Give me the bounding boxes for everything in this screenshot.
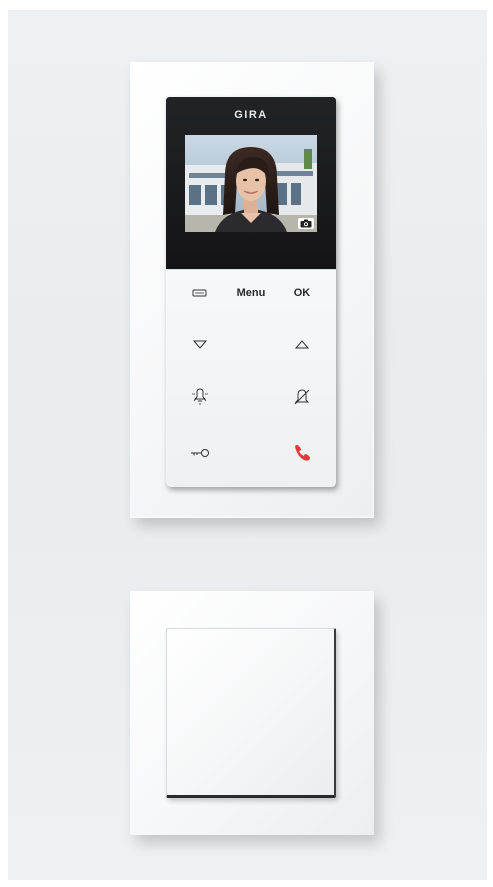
- brand-logo: GIRA: [234, 109, 268, 121]
- video-feed-image: [185, 135, 317, 232]
- menu-button[interactable]: Menu: [231, 281, 271, 305]
- rocker-switch[interactable]: [166, 628, 336, 798]
- ok-button[interactable]: OK: [282, 281, 322, 305]
- ok-label: OK: [293, 287, 311, 299]
- phone-icon[interactable]: [282, 441, 322, 465]
- arrow-up-icon[interactable]: [282, 332, 322, 356]
- keypad: Menu OK: [166, 269, 336, 487]
- video-intercom-unit: GIRA Menu OK: [166, 97, 336, 487]
- camera-icon[interactable]: [298, 218, 314, 229]
- menu-label: Menu: [236, 287, 266, 299]
- light-icon[interactable]: [180, 385, 220, 409]
- message-icon[interactable]: [180, 281, 220, 305]
- display-panel: GIRA: [166, 97, 336, 269]
- video-screen: [185, 135, 317, 232]
- key-icon[interactable]: [180, 441, 220, 465]
- bell-off-icon[interactable]: [282, 385, 322, 409]
- arrow-down-icon[interactable]: [180, 332, 220, 356]
